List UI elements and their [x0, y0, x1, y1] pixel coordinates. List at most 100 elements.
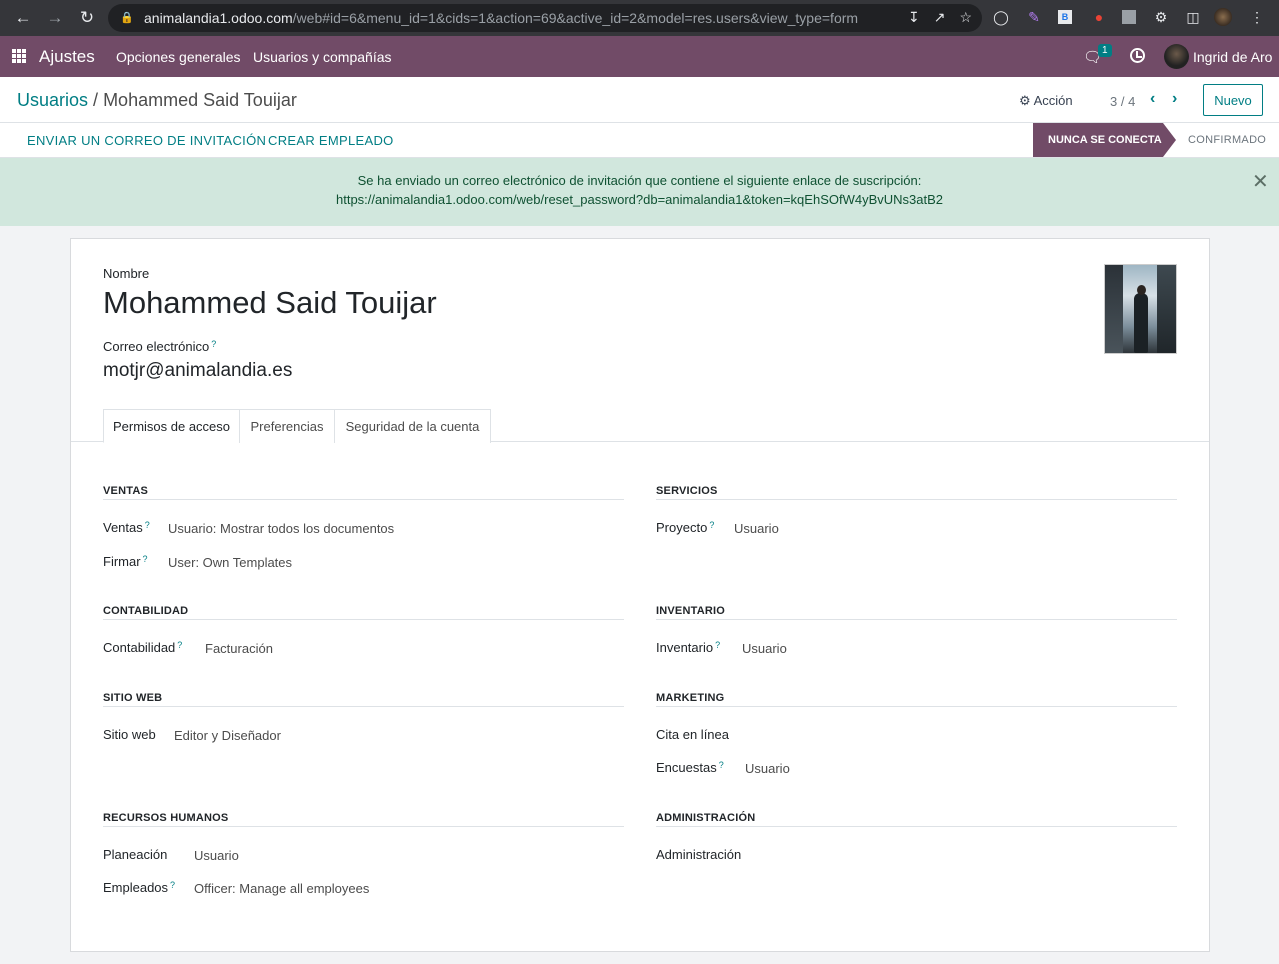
group-title-marketing: MARKETING — [656, 692, 725, 704]
menu-opciones-generales[interactable]: Opciones generales — [116, 49, 241, 65]
browser-profile-avatar[interactable] — [1214, 8, 1232, 26]
user-menu-name[interactable]: Ingrid de Aro — [1193, 49, 1272, 65]
menu-usuarios-companias[interactable]: Usuarios y compañías — [253, 49, 392, 65]
install-icon[interactable]: ↧ — [908, 9, 920, 26]
create-employee-button[interactable]: CREAR EMPLEADO — [268, 133, 394, 148]
address-bar[interactable]: 🔒 animalandia1.odoo.com/web#id=6&menu_id… — [108, 4, 982, 32]
field-label-planeacion: Planeación — [103, 847, 168, 862]
breadcrumb-parent-link[interactable]: Usuarios — [17, 90, 88, 110]
browser-toolbar: ← → ↻ 🔒 animalandia1.odoo.com/web#id=6&m… — [0, 0, 1279, 36]
state-never-connected[interactable]: NUNCA SE CONECTA — [1033, 123, 1176, 157]
divider — [656, 826, 1177, 827]
form-sheet: Nombre Mohammed Said Touijar Correo elec… — [70, 238, 1210, 952]
group-title-ventas: VENTAS — [103, 485, 149, 497]
extension-sync-icon[interactable]: ◯ — [992, 8, 1010, 26]
help-icon[interactable]: ? — [715, 640, 720, 650]
field-label-firmar: Firmar? — [103, 554, 148, 569]
extension-pen-icon[interactable]: ✎ — [1025, 8, 1043, 26]
app-name[interactable]: Ajustes — [39, 47, 95, 67]
user-photo[interactable] — [1104, 264, 1177, 354]
field-label-empleados: Empleados? — [103, 880, 176, 895]
field-label-inventario: Inventario? — [656, 640, 721, 655]
share-icon[interactable]: ↗ — [934, 9, 946, 26]
extension-record-icon[interactable]: ● — [1090, 8, 1108, 26]
divider — [103, 826, 624, 827]
help-icon[interactable]: ? — [211, 339, 216, 349]
field-label-administracion[interactable]: Administración — [656, 847, 741, 862]
help-icon[interactable]: ? — [709, 520, 714, 530]
extensions-puzzle-icon[interactable]: ⚙ — [1152, 8, 1170, 26]
divider — [103, 499, 624, 500]
pager-value[interactable]: 3 / 4 — [1110, 94, 1135, 109]
alert-message: Se ha enviado un correo electrónico de i… — [357, 173, 922, 188]
chat-counter-badge: 1 — [1098, 44, 1112, 57]
field-value-sitio-web[interactable]: Editor y Diseñador — [174, 728, 281, 743]
tab-permisos-de-acceso[interactable]: Permisos de acceso — [103, 409, 240, 443]
bookmark-star-icon[interactable]: ☆ — [959, 9, 972, 26]
browser-menu-icon[interactable]: ⋮ — [1248, 8, 1266, 26]
new-button[interactable]: Nuevo — [1203, 84, 1263, 116]
field-value-planeacion[interactable]: Usuario — [194, 848, 239, 863]
send-invitation-button[interactable]: ENVIAR UN CORREO DE INVITACIÓN — [27, 133, 266, 148]
lock-icon: 🔒 — [120, 12, 134, 24]
field-label-contabilidad: Contabilidad? — [103, 640, 183, 655]
breadcrumb-separator: / — [93, 90, 104, 110]
help-icon[interactable]: ? — [177, 640, 182, 650]
extension-profile-icon[interactable] — [1122, 10, 1136, 24]
action-label: Acción — [1033, 93, 1073, 108]
field-value-contabilidad[interactable]: Facturación — [205, 641, 273, 656]
field-label-proyecto: Proyecto? — [656, 520, 715, 535]
name-label: Nombre — [103, 266, 150, 281]
field-label-cita-en-linea[interactable]: Cita en línea — [656, 727, 729, 742]
field-value-firmar[interactable]: User: Own Templates — [168, 555, 292, 570]
status-bar: ENVIAR UN CORREO DE INVITACIÓN CREAR EMP… — [0, 123, 1279, 158]
apps-menu-icon[interactable] — [12, 49, 26, 63]
close-icon[interactable]: ✕ — [1252, 169, 1269, 194]
control-panel: Usuarios / Mohammed Said Touijar ⚙ Acció… — [0, 77, 1279, 123]
divider — [656, 706, 1177, 707]
tab-preferencias[interactable]: Preferencias — [239, 409, 335, 443]
help-icon[interactable]: ? — [719, 760, 724, 770]
group-title-recursos-humanos: RECURSOS HUMANOS — [103, 812, 229, 824]
breadcrumb: Usuarios / Mohammed Said Touijar — [17, 90, 297, 111]
group-title-sitio-web: SITIO WEB — [103, 692, 163, 704]
divider — [103, 706, 624, 707]
field-label-ventas: Ventas? — [103, 520, 150, 535]
reload-icon[interactable]: ↻ — [71, 0, 103, 36]
back-icon[interactable]: ← — [7, 0, 39, 36]
name-field[interactable]: Mohammed Said Touijar — [103, 285, 437, 321]
action-menu-button[interactable]: ⚙ Acción — [1019, 93, 1073, 109]
field-label-encuestas: Encuestas? — [656, 760, 724, 775]
forward-icon[interactable]: → — [39, 0, 71, 36]
invitation-alert: Se ha enviado un correo electrónico de i… — [0, 158, 1279, 226]
url-text[interactable]: animalandia1.odoo.com/web#id=6&menu_id=1… — [144, 10, 884, 26]
group-title-administracion: ADMINISTRACIÓN — [656, 812, 756, 824]
user-avatar[interactable] — [1164, 44, 1189, 69]
field-label-sitio-web: Sitio web — [103, 727, 156, 742]
breadcrumb-current: Mohammed Said Touijar — [103, 90, 297, 110]
tab-seguridad-de-la-cuenta[interactable]: Seguridad de la cuenta — [334, 409, 491, 443]
help-icon[interactable]: ? — [170, 880, 175, 890]
field-value-empleados[interactable]: Officer: Manage all employees — [194, 881, 369, 896]
group-title-servicios: SERVICIOS — [656, 485, 718, 497]
pager-next-icon[interactable]: › — [1172, 90, 1177, 108]
gear-icon: ⚙ — [1019, 93, 1031, 108]
activity-clock-icon[interactable] — [1130, 48, 1145, 63]
divider — [103, 619, 624, 620]
field-value-inventario[interactable]: Usuario — [742, 641, 787, 656]
field-value-ventas[interactable]: Usuario: Mostrar todos los documentos — [168, 521, 394, 536]
state-confirmed[interactable]: CONFIRMADO — [1188, 134, 1266, 146]
email-field[interactable]: motjr@animalandia.es — [103, 360, 292, 382]
divider — [656, 619, 1177, 620]
extension-b-icon[interactable]: B — [1058, 10, 1072, 24]
help-icon[interactable]: ? — [143, 554, 148, 564]
notebook-tabs: Permisos de acceso Preferencias Segurida… — [71, 409, 1209, 443]
help-icon[interactable]: ? — [145, 520, 150, 530]
pager-previous-icon[interactable]: ‹ — [1150, 90, 1155, 108]
alert-reset-link[interactable]: https://animalandia1.odoo.com/web/reset_… — [0, 192, 1279, 207]
group-title-contabilidad: CONTABILIDAD — [103, 605, 189, 617]
field-value-encuestas[interactable]: Usuario — [745, 761, 790, 776]
field-value-proyecto[interactable]: Usuario — [734, 521, 779, 536]
sidepanel-icon[interactable]: ◫ — [1184, 8, 1202, 26]
divider — [656, 499, 1177, 500]
